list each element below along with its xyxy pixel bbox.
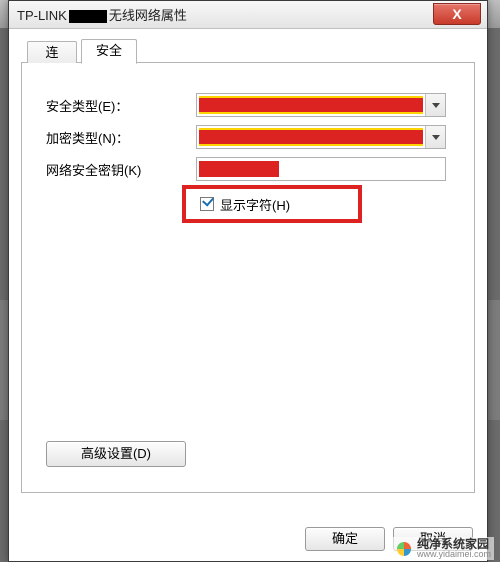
dialog-window: TP-LINK无线网络属性 X 连接 安全 安全类型(E)： 加密类型(N)： xyxy=(8,0,488,562)
label-encryption-type: 加密类型(N)： xyxy=(46,128,196,147)
advanced-settings-button[interactable]: 高级设置(D) xyxy=(46,441,186,467)
watermark: 纯净系统家园 www.yidaimei.com xyxy=(392,537,494,560)
row-security-type: 安全类型(E)： xyxy=(46,93,446,117)
security-key-input[interactable] xyxy=(196,157,446,181)
label-security-type: 安全类型(E)： xyxy=(46,96,196,115)
close-icon: X xyxy=(452,6,461,22)
tab-connect[interactable]: 连接 xyxy=(27,41,77,64)
ok-button[interactable]: 确定 xyxy=(305,527,385,551)
redacted-value xyxy=(199,128,423,146)
encryption-type-combo[interactable] xyxy=(196,125,446,149)
chevron-down-icon[interactable] xyxy=(425,126,445,148)
redacted-value xyxy=(199,161,279,177)
redacted-value xyxy=(199,96,423,114)
show-characters-checkbox[interactable] xyxy=(200,197,214,211)
row-security-key: 网络安全密钥(K) xyxy=(46,157,446,181)
watermark-logo-icon xyxy=(395,540,413,558)
chevron-down-icon[interactable] xyxy=(425,94,445,116)
tab-strip: 连接 安全 xyxy=(21,39,475,63)
content-area: 连接 安全 安全类型(E)： 加密类型(N)： 网络安全密钥(K) xyxy=(9,29,487,561)
watermark-url: www.yidaimei.com xyxy=(417,550,491,559)
tab-security[interactable]: 安全 xyxy=(81,39,137,64)
tab-panel-security: 安全类型(E)： 加密类型(N)： 网络安全密钥(K) xyxy=(21,63,475,493)
security-type-combo[interactable] xyxy=(196,93,446,117)
row-encryption-type: 加密类型(N)： xyxy=(46,125,446,149)
show-characters-label: 显示字符(H) xyxy=(220,195,290,214)
label-security-key: 网络安全密钥(K) xyxy=(46,160,196,179)
close-button[interactable]: X xyxy=(433,3,481,25)
redacted-ssid xyxy=(69,10,107,23)
window-title: TP-LINK无线网络属性 xyxy=(17,5,187,24)
highlight-show-characters: 显示字符(H) xyxy=(182,185,362,223)
titlebar: TP-LINK无线网络属性 X xyxy=(9,1,487,29)
